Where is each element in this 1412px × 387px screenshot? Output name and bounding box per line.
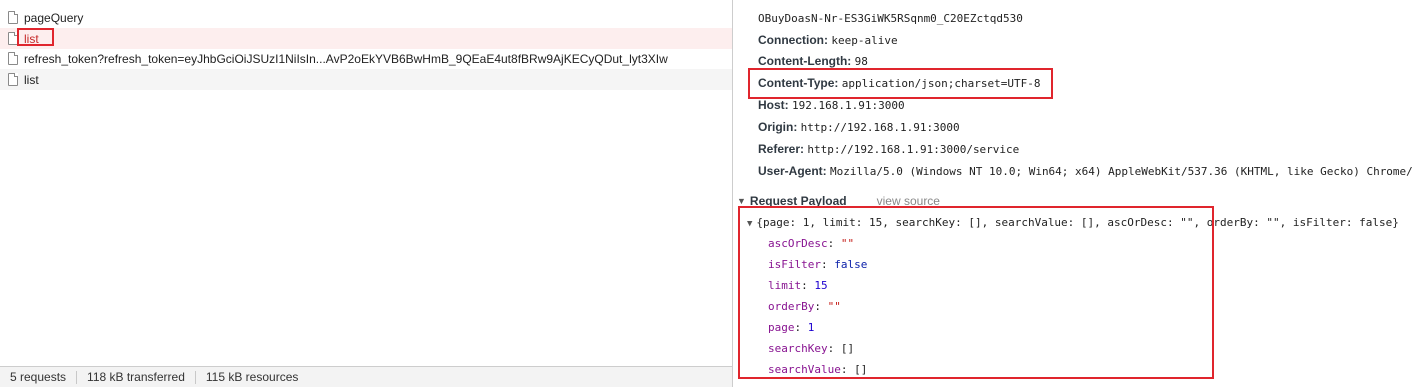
- request-payload-section: ▼ Request Payload view source ▼ {page: 1,…: [733, 186, 1412, 387]
- header-value: Mozilla/5.0 (Windows NT 10.0; Win64; x64…: [830, 165, 1412, 178]
- payload-field-key: searchKey: [768, 342, 828, 355]
- header-user-agent: User-Agent: Mozilla/5.0 (Windows NT 10.0…: [758, 161, 1412, 181]
- header-key: Content-Type:: [758, 76, 839, 90]
- payload-field-value: []: [854, 363, 868, 376]
- payload-field-key: limit: [768, 279, 802, 292]
- file-icon: [8, 11, 18, 24]
- request-row-refresh-token[interactable]: refresh_token?refresh_token=eyJhbGciOiJS…: [0, 48, 732, 69]
- payload-title: Request Payload: [749, 194, 847, 208]
- header-value: 192.168.1.91:3000: [792, 99, 905, 112]
- status-bar: 5 requests 118 kB transferred 115 kB res…: [0, 366, 732, 387]
- payload-field-value: []: [840, 342, 855, 355]
- file-icon: [8, 73, 18, 86]
- header-connection: Connection: keep-alive: [758, 30, 898, 50]
- payload-field-key: orderBy: [768, 300, 815, 313]
- header-key: Host:: [758, 98, 789, 112]
- request-row-pagequery[interactable]: pageQuery: [0, 7, 732, 28]
- payload-field-row: limit: 15: [768, 279, 828, 292]
- header-content-length: Content-Length: 98: [758, 51, 868, 71]
- header-value: keep-alive: [831, 34, 898, 47]
- header-value: 98: [854, 55, 868, 68]
- payload-field-row: searchValue: []: [768, 363, 868, 376]
- payload-field-value: false: [834, 258, 868, 271]
- file-icon: [8, 32, 18, 45]
- header-host: Host: 192.168.1.91:3000: [758, 95, 905, 115]
- payload-field-key: isFilter: [768, 258, 821, 271]
- header-key: Content-Length:: [758, 54, 852, 68]
- payload-field-key: searchValue: [768, 363, 841, 376]
- request-name: list: [24, 72, 39, 87]
- request-name: list: [24, 31, 39, 46]
- header-key: User-Agent:: [758, 164, 827, 178]
- header-origin: Origin: http://192.168.1.91:3000: [758, 117, 960, 137]
- payload-summary[interactable]: ▼ {page: 1, limit: 15, searchKey: [], sea…: [747, 213, 1399, 233]
- view-source-link[interactable]: view source: [877, 194, 940, 208]
- transferred-size: 118 kB transferred: [77, 370, 196, 384]
- payload-field-value: "": [827, 300, 841, 313]
- resources-size: 115 kB resources: [205, 369, 299, 384]
- payload-field-row: page: 1: [768, 321, 815, 334]
- payload-field-key: page: [768, 321, 795, 334]
- request-count: 5 requests: [0, 370, 78, 384]
- header-content-type: Content-Type: application/json;charset=U…: [758, 73, 1040, 93]
- payload-field-value: "": [840, 237, 855, 250]
- request-list-panel: pageQuery list refresh_token?refresh_tok…: [0, 0, 732, 387]
- request-name: refresh_token?refresh_token=eyJhbGciOiJS…: [24, 51, 668, 66]
- request-name: pageQuery: [24, 10, 84, 25]
- payload-field-row: isFilter: false: [768, 258, 868, 271]
- header-key: Connection:: [758, 33, 828, 47]
- payload-field-value: 15: [814, 279, 828, 292]
- payload-field-row: searchKey: []: [768, 342, 855, 355]
- header-key: Referer:: [758, 142, 805, 156]
- file-icon: [8, 52, 18, 65]
- payload-field-row: ascOrDesc: "": [768, 237, 855, 250]
- header-token-continuation: OBuyDoasN-Nr-ES3GiWK5RSqnm0_C20EZctqd530: [758, 8, 1023, 28]
- request-detail-panel: OBuyDoasN-Nr-ES3GiWK5RSqnm0_C20EZctqd530…: [733, 0, 1412, 387]
- payload-section-header[interactable]: ▼ Request Payload view source: [737, 193, 940, 209]
- request-row-list[interactable]: list: [0, 69, 732, 90]
- payload-field-value: 1: [807, 321, 815, 334]
- payload-field-row: orderBy: "": [768, 300, 841, 313]
- payload-field-key: ascOrDesc: [768, 237, 828, 250]
- triangle-down-icon: ▼: [747, 219, 753, 229]
- header-value: application/json;charset=UTF-8: [841, 77, 1041, 90]
- request-row-list-selected[interactable]: list: [0, 28, 732, 49]
- header-key: Origin:: [758, 120, 798, 134]
- header-value: OBuyDoasN-Nr-ES3GiWK5RSqnm0_C20EZctqd530: [758, 12, 1023, 25]
- header-value: http://192.168.1.91:3000/service: [807, 143, 1020, 156]
- header-value: http://192.168.1.91:3000: [800, 121, 960, 134]
- payload-summary-text: {page: 1, limit: 15, searchKey: [], sear…: [756, 216, 1399, 229]
- triangle-down-icon: ▼: [737, 196, 746, 206]
- header-referer: Referer: http://192.168.1.91:3000/servic…: [758, 139, 1019, 159]
